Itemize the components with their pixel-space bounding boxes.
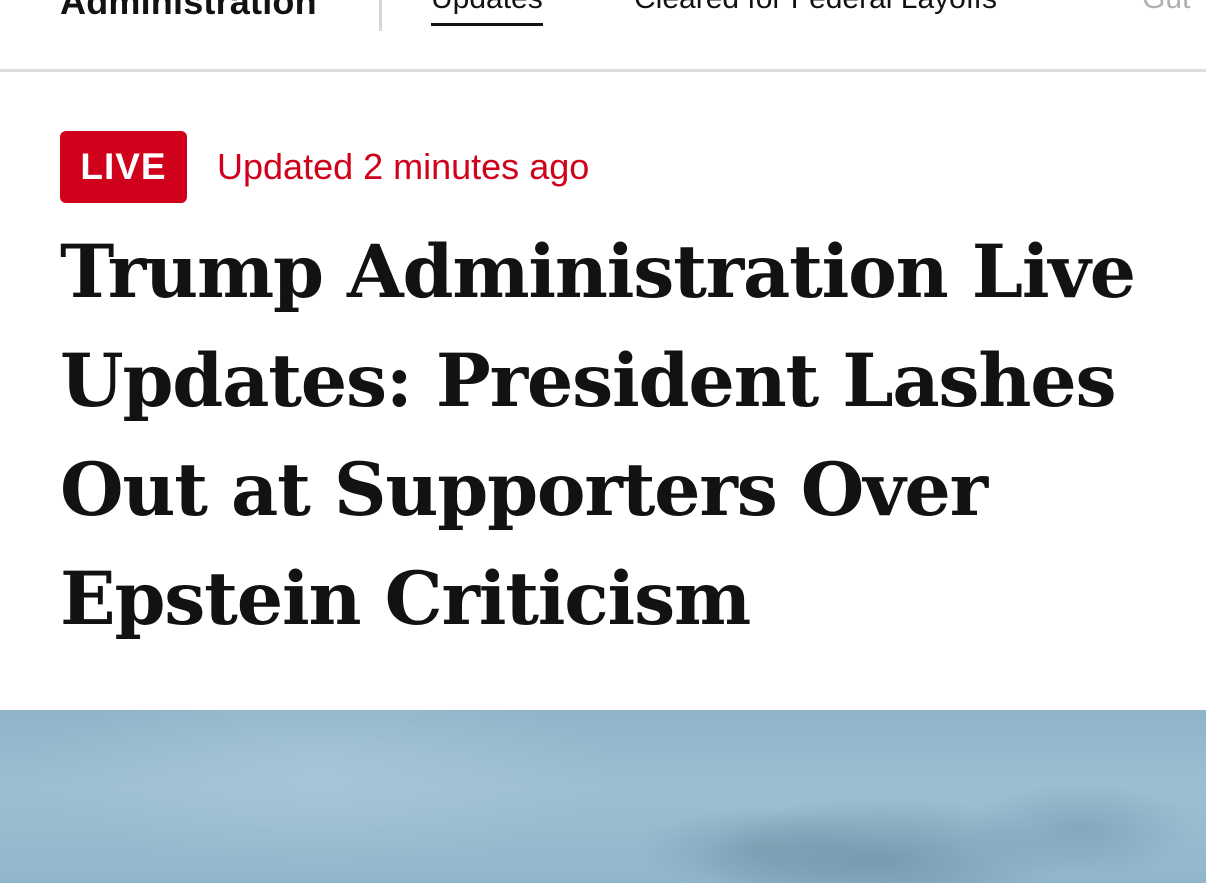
tab-gut[interactable]: Gut — [1142, 0, 1190, 14]
updated-timestamp: Updated 2 minutes ago — [217, 146, 590, 187]
section-title[interactable]: Administration — [60, 0, 317, 20]
tab-cleared-for-federal-layoffs[interactable]: Cleared for Federal Layoffs — [634, 0, 997, 14]
hero-image — [0, 710, 1206, 883]
article-headline: Trump Administration Live Updates: Presi… — [60, 229, 1136, 642]
section-nav-bar: Administration Updates Cleared for Feder… — [0, 0, 1206, 72]
nav-divider — [379, 0, 382, 31]
tab-updates[interactable]: Updates — [431, 0, 543, 26]
live-status-row: LIVE Updated 2 minutes ago — [60, 131, 589, 203]
live-badge: LIVE — [60, 131, 187, 203]
